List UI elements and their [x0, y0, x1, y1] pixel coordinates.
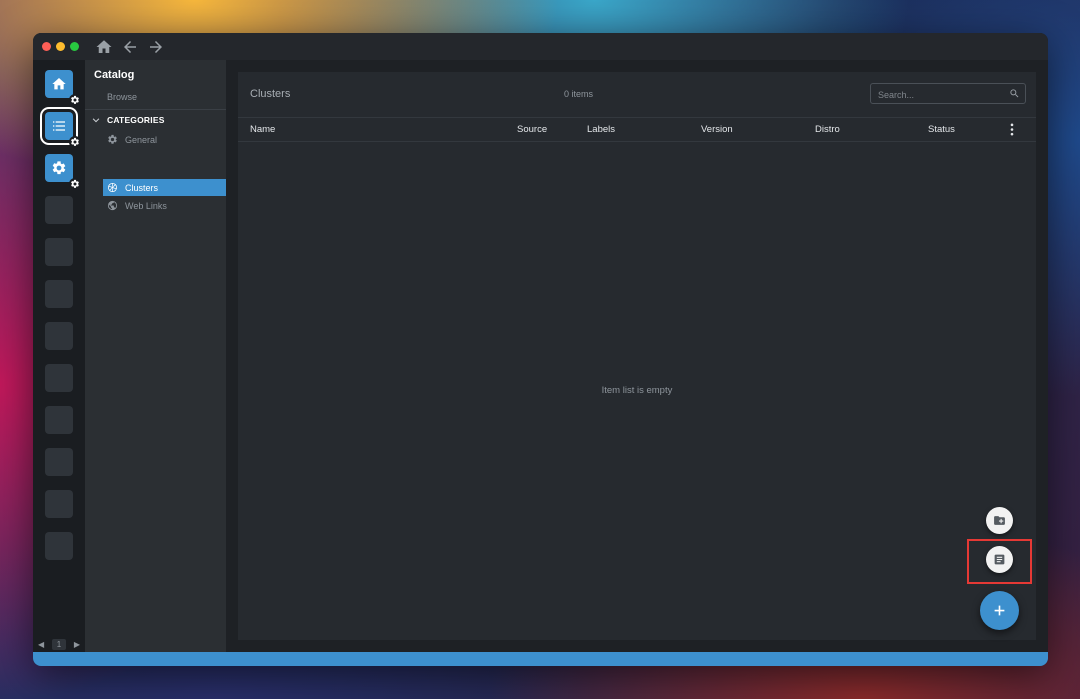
column-header-version[interactable]: Version — [701, 124, 733, 135]
catalog-title: Catalog — [94, 69, 135, 81]
chevron-left-icon[interactable]: ◀ — [38, 640, 44, 649]
gear-icon[interactable] — [69, 136, 81, 148]
hotbar-empty-slot[interactable] — [45, 532, 73, 560]
hotbar-empty-slot[interactable] — [45, 364, 73, 392]
hotbar-empty-slot[interactable] — [45, 490, 73, 518]
column-header-status[interactable]: Status — [928, 124, 955, 135]
gear-icon[interactable] — [69, 178, 81, 190]
categories-toggle[interactable]: CATEGORIES — [91, 113, 165, 127]
category-label: Clusters — [125, 182, 159, 193]
hotbar: ◀ 1 ▶ — [33, 60, 85, 652]
category-item-clusters[interactable]: Clusters — [103, 179, 226, 196]
chevron-right-icon[interactable]: ▶ — [74, 640, 80, 649]
app-window: ◀ 1 ▶ Catalog Browse CATEGORIES General … — [33, 33, 1048, 666]
gear-icon — [108, 134, 117, 144]
column-header-labels[interactable]: Labels — [587, 124, 615, 135]
column-header-name[interactable]: Name — [250, 124, 275, 135]
close-window-button[interactable] — [42, 42, 51, 51]
add-cluster-button[interactable] — [980, 591, 1019, 630]
status-bar — [33, 652, 1048, 666]
search-icon[interactable] — [1009, 88, 1020, 99]
add-from-kubeconfig-button[interactable] — [986, 546, 1013, 573]
hotbar-empty-slot[interactable] — [45, 238, 73, 266]
list-icon — [53, 121, 65, 131]
category-label: General — [125, 134, 158, 145]
arrow-forward-icon[interactable] — [147, 38, 165, 56]
minimize-window-button[interactable] — [56, 42, 65, 51]
category-item-web-links[interactable]: Web Links — [103, 197, 226, 214]
hotbar-pager: ◀ 1 ▶ — [33, 636, 85, 652]
search-input[interactable] — [871, 84, 1010, 105]
folder-add-icon — [994, 516, 1005, 525]
home-icon — [52, 78, 66, 90]
sidebar-divider — [85, 109, 226, 110]
hotbar-item-catalog[interactable] — [45, 112, 81, 148]
arrow-back-icon[interactable] — [121, 38, 139, 56]
table-header: Name Source Labels Version Distro Status — [238, 118, 1036, 141]
hotbar-item-settings[interactable] — [45, 154, 81, 190]
more-vert-icon[interactable] — [1008, 123, 1016, 136]
home-icon[interactable] — [95, 38, 113, 56]
empty-list-message: Item list is empty — [601, 385, 673, 396]
plus-icon — [994, 605, 1005, 616]
column-header-source[interactable]: Source — [517, 124, 547, 135]
search-box — [870, 83, 1026, 105]
table-header-divider — [238, 141, 1036, 142]
column-header-distro[interactable]: Distro — [815, 124, 840, 135]
browse-link[interactable]: Browse — [107, 92, 137, 102]
clusters-panel: Clusters 0 items Name Source Labels Vers… — [238, 72, 1036, 640]
page-title: Clusters — [250, 88, 291, 100]
hotbar-empty-slot[interactable] — [45, 196, 73, 224]
chevron-down-icon — [92, 118, 100, 123]
hotbar-item-home[interactable] — [45, 70, 81, 106]
categories-label: CATEGORIES — [107, 115, 165, 125]
hotbar-empty-slot[interactable] — [45, 280, 73, 308]
add-from-folder-button[interactable] — [986, 507, 1013, 534]
document-icon — [994, 554, 1005, 565]
title-bar — [33, 33, 1048, 60]
main-content: Clusters 0 items Name Source Labels Vers… — [226, 60, 1048, 652]
category-item-general[interactable]: General — [103, 131, 226, 148]
maximize-window-button[interactable] — [70, 42, 79, 51]
catalog-sidebar: Catalog Browse CATEGORIES General Cluste… — [85, 60, 226, 652]
hotbar-empty-slot[interactable] — [45, 406, 73, 434]
hotbar-page-number: 1 — [51, 638, 67, 650]
gear-icon[interactable] — [69, 94, 81, 106]
hotbar-empty-slot[interactable] — [45, 322, 73, 350]
hotbar-empty-slot[interactable] — [45, 448, 73, 476]
item-count: 0 items — [564, 89, 594, 99]
gear-icon — [52, 161, 66, 175]
category-label: Web Links — [125, 200, 167, 211]
kubernetes-icon — [107, 182, 118, 193]
globe-icon — [107, 200, 118, 211]
